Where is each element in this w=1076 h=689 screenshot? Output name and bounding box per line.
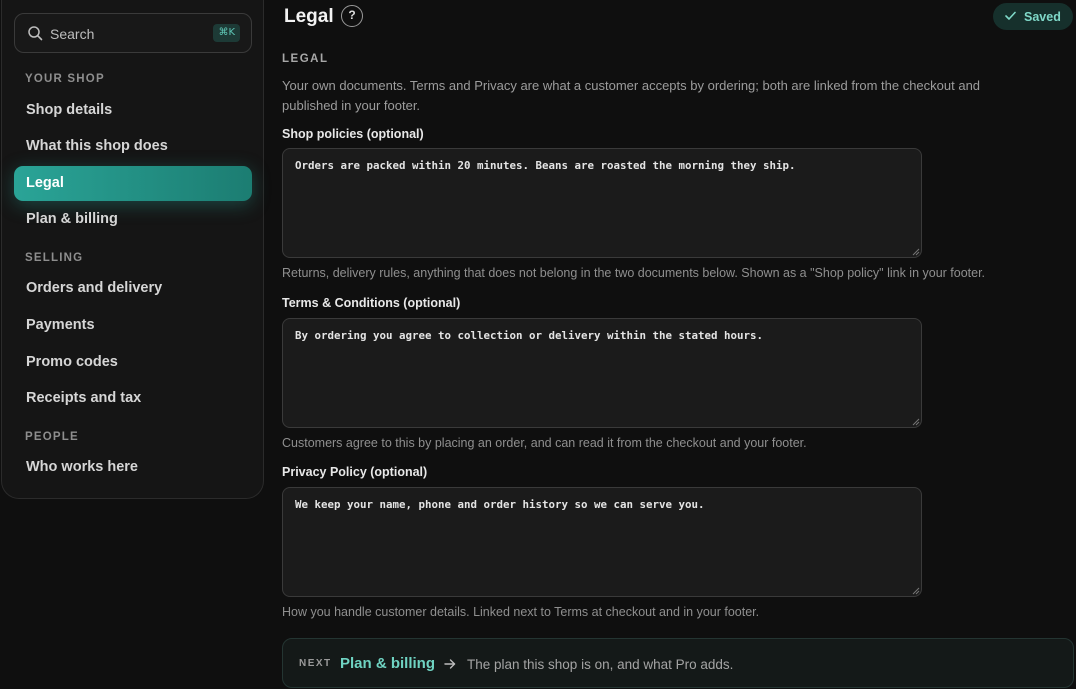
privacy-policy-textarea[interactable]: We keep your name, phone and order histo… <box>282 487 922 597</box>
terms-conditions-textarea[interactable]: By ordering you agree to collection or d… <box>282 318 922 428</box>
section-your-shop: YOUR SHOP <box>25 73 105 85</box>
shop-policies-value: Orders are packed within 20 minutes. Bea… <box>295 159 796 172</box>
section-selling: SELLING <box>25 252 84 264</box>
shop-policies-textarea[interactable]: Orders are packed within 20 minutes. Bea… <box>282 148 922 258</box>
sidebar-item-promo-codes[interactable]: Promo codes <box>14 345 252 380</box>
sidebar-item-who-works-here[interactable]: Who works here <box>14 450 252 485</box>
sidebar-item-what-this-shop-does[interactable]: What this shop does <box>14 129 252 164</box>
sidebar-item-payments[interactable]: Payments <box>14 308 252 343</box>
next-section-card[interactable]: NEXT Plan & billing The plan this shop i… <box>282 638 1074 688</box>
settings-app: Search ⌘K YOUR SHOP Shop details What th… <box>0 0 1076 689</box>
saved-status-text: Saved <box>1024 10 1061 24</box>
privacy-policy-value: We keep your name, phone and order histo… <box>295 498 705 511</box>
page-title: Legal <box>284 6 334 27</box>
next-description: The plan this shop is on, and what Pro a… <box>467 657 734 672</box>
main-content: Legal ? Saved LEGAL Your own documents. … <box>282 0 1076 689</box>
sidebar-item-plan-billing[interactable]: Plan & billing <box>14 202 252 237</box>
sidebar-item-orders-delivery[interactable]: Orders and delivery <box>14 271 252 306</box>
arrow-right-icon <box>444 659 456 669</box>
sidebar-item-receipts-tax[interactable]: Receipts and tax <box>14 381 252 416</box>
next-target-link[interactable]: Plan & billing <box>340 655 435 672</box>
resize-handle-icon[interactable] <box>912 248 920 256</box>
privacy-policy-help: How you handle customer details. Linked … <box>282 605 760 619</box>
resize-handle-icon[interactable] <box>912 587 920 595</box>
resize-handle-icon[interactable] <box>912 418 920 426</box>
search-shortcut-badge: ⌘K <box>213 24 240 42</box>
help-icon[interactable]: ? <box>341 5 363 27</box>
search-placeholder: Search <box>50 26 95 42</box>
section-people: PEOPLE <box>25 431 79 443</box>
intro-text: Your own documents. Terms and Privacy ar… <box>282 78 981 113</box>
next-kicker: NEXT <box>299 658 332 669</box>
terms-conditions-label: Terms & Conditions (optional) <box>282 296 461 310</box>
shop-policies-label: Shop policies (optional) <box>282 127 424 141</box>
sidebar-item-shop-details[interactable]: Shop details <box>14 93 252 128</box>
terms-conditions-help: Customers agree to this by placing an or… <box>282 436 807 450</box>
check-icon <box>1005 11 1016 20</box>
terms-conditions-value: By ordering you agree to collection or d… <box>295 329 764 342</box>
sidebar-item-legal[interactable]: Legal <box>14 166 252 201</box>
search-input[interactable]: Search ⌘K <box>14 13 252 53</box>
search-icon <box>28 26 43 41</box>
sidebar: Search ⌘K YOUR SHOP Shop details What th… <box>1 0 264 499</box>
saved-status-badge: Saved <box>993 3 1073 30</box>
privacy-policy-label: Privacy Policy (optional) <box>282 465 428 479</box>
shop-policies-help: Returns, delivery rules, anything that d… <box>282 266 986 280</box>
section-eyebrow: LEGAL <box>282 53 329 65</box>
